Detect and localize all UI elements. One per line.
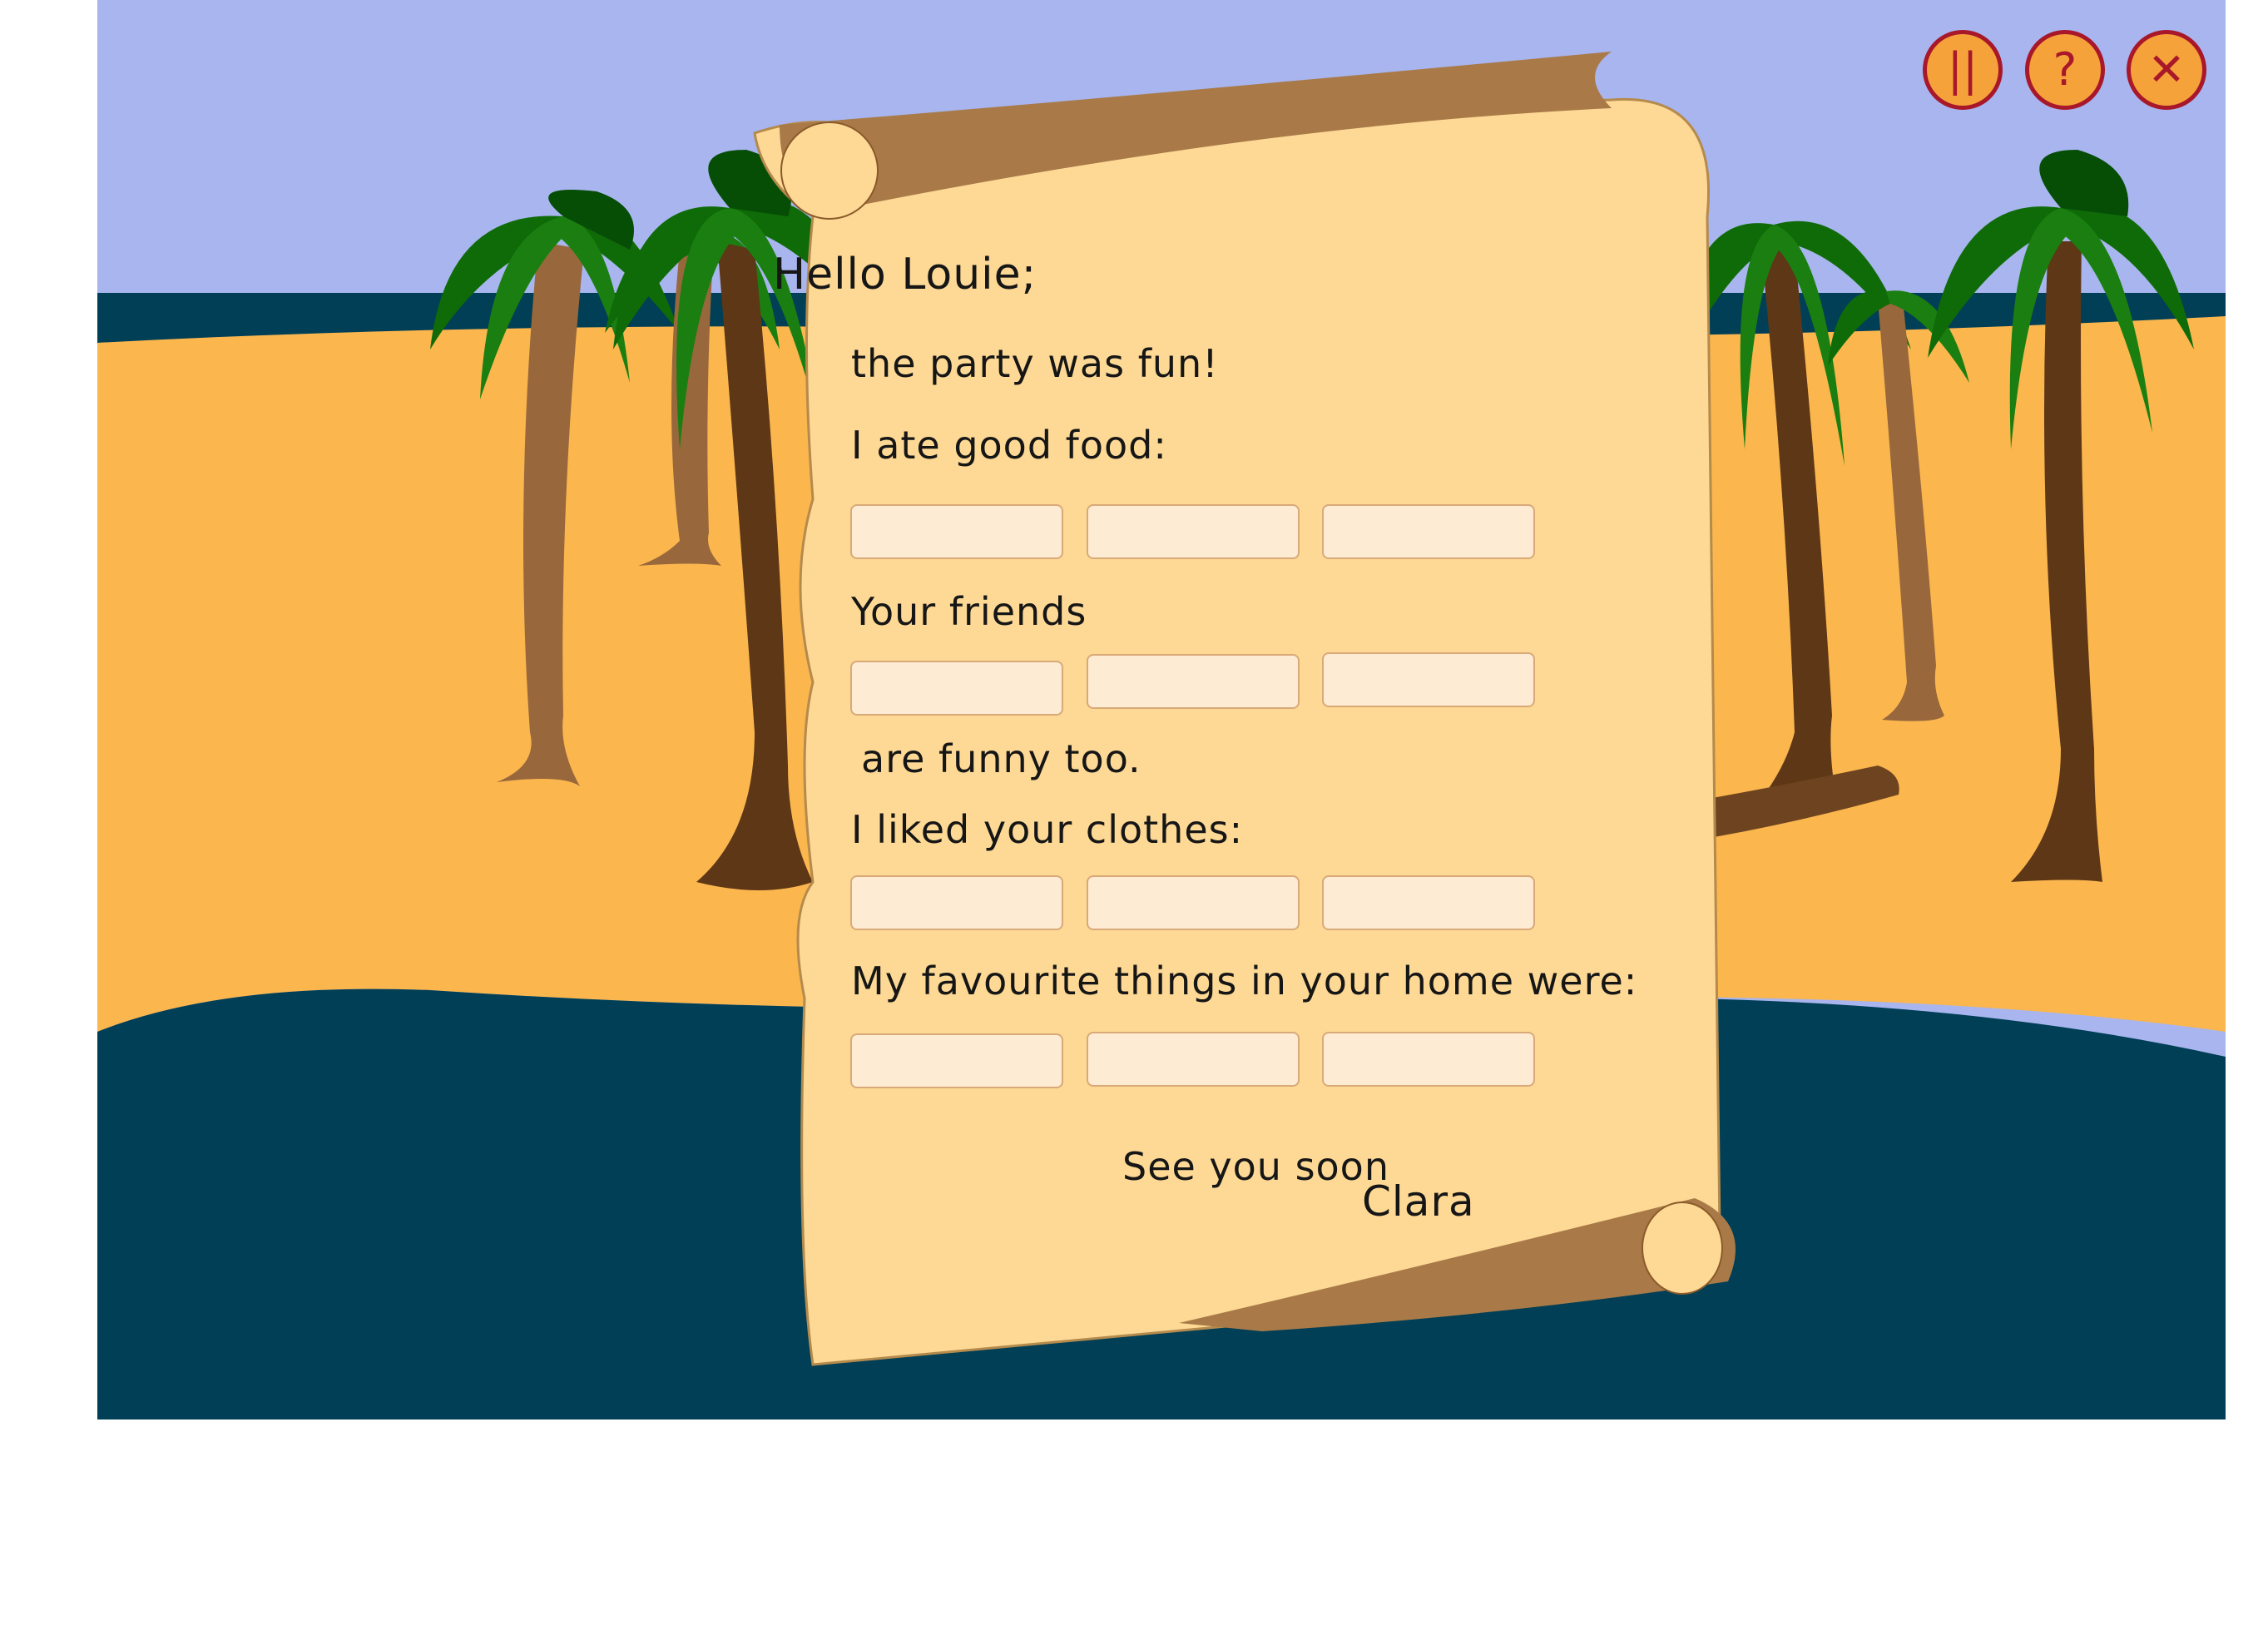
- close-button[interactable]: ✕: [2127, 30, 2206, 110]
- answer-slot-clothes-2[interactable]: [1087, 875, 1300, 930]
- close-icon: ✕: [2147, 43, 2186, 96]
- answer-slot-food-1[interactable]: [850, 504, 1063, 559]
- island-background: [97, 0, 2226, 1419]
- letter-line-things: My favourite things in your home were:: [851, 959, 1638, 1003]
- answer-slot-things-2[interactable]: [1087, 1032, 1300, 1087]
- game-stage: || ? ✕ Hello Louie; the party was fun! I…: [97, 0, 2226, 1419]
- answer-slot-clothes-3[interactable]: [1322, 875, 1535, 930]
- answer-slot-things-1[interactable]: [850, 1033, 1063, 1088]
- letter-line-funny: are funny too.: [861, 736, 1141, 781]
- answer-slot-friends-2[interactable]: [1087, 654, 1300, 709]
- letter-line-food: I ate good food:: [851, 423, 1167, 468]
- letter-closing: See you soon: [1122, 1144, 1389, 1189]
- answer-slot-things-3[interactable]: [1322, 1032, 1535, 1087]
- help-button[interactable]: ?: [2025, 30, 2105, 110]
- letter-line-friends: Your friends: [851, 589, 1087, 634]
- question-mark-icon: ?: [2053, 43, 2077, 96]
- letter-line-party: the party was fun!: [851, 341, 1219, 386]
- letter-signature: Clara: [1362, 1177, 1475, 1226]
- answer-slot-food-3[interactable]: [1322, 504, 1535, 559]
- pause-button[interactable]: ||: [1923, 30, 2003, 110]
- answer-slot-clothes-1[interactable]: [850, 875, 1063, 930]
- letter-greeting: Hello Louie;: [773, 250, 1037, 300]
- answer-slot-friends-3[interactable]: [1322, 652, 1535, 707]
- letter-line-clothes: I liked your clothes:: [851, 807, 1244, 852]
- pause-icon: ||: [1947, 43, 1978, 96]
- answer-slot-food-2[interactable]: [1087, 504, 1300, 559]
- answer-slot-friends-1[interactable]: [850, 661, 1063, 716]
